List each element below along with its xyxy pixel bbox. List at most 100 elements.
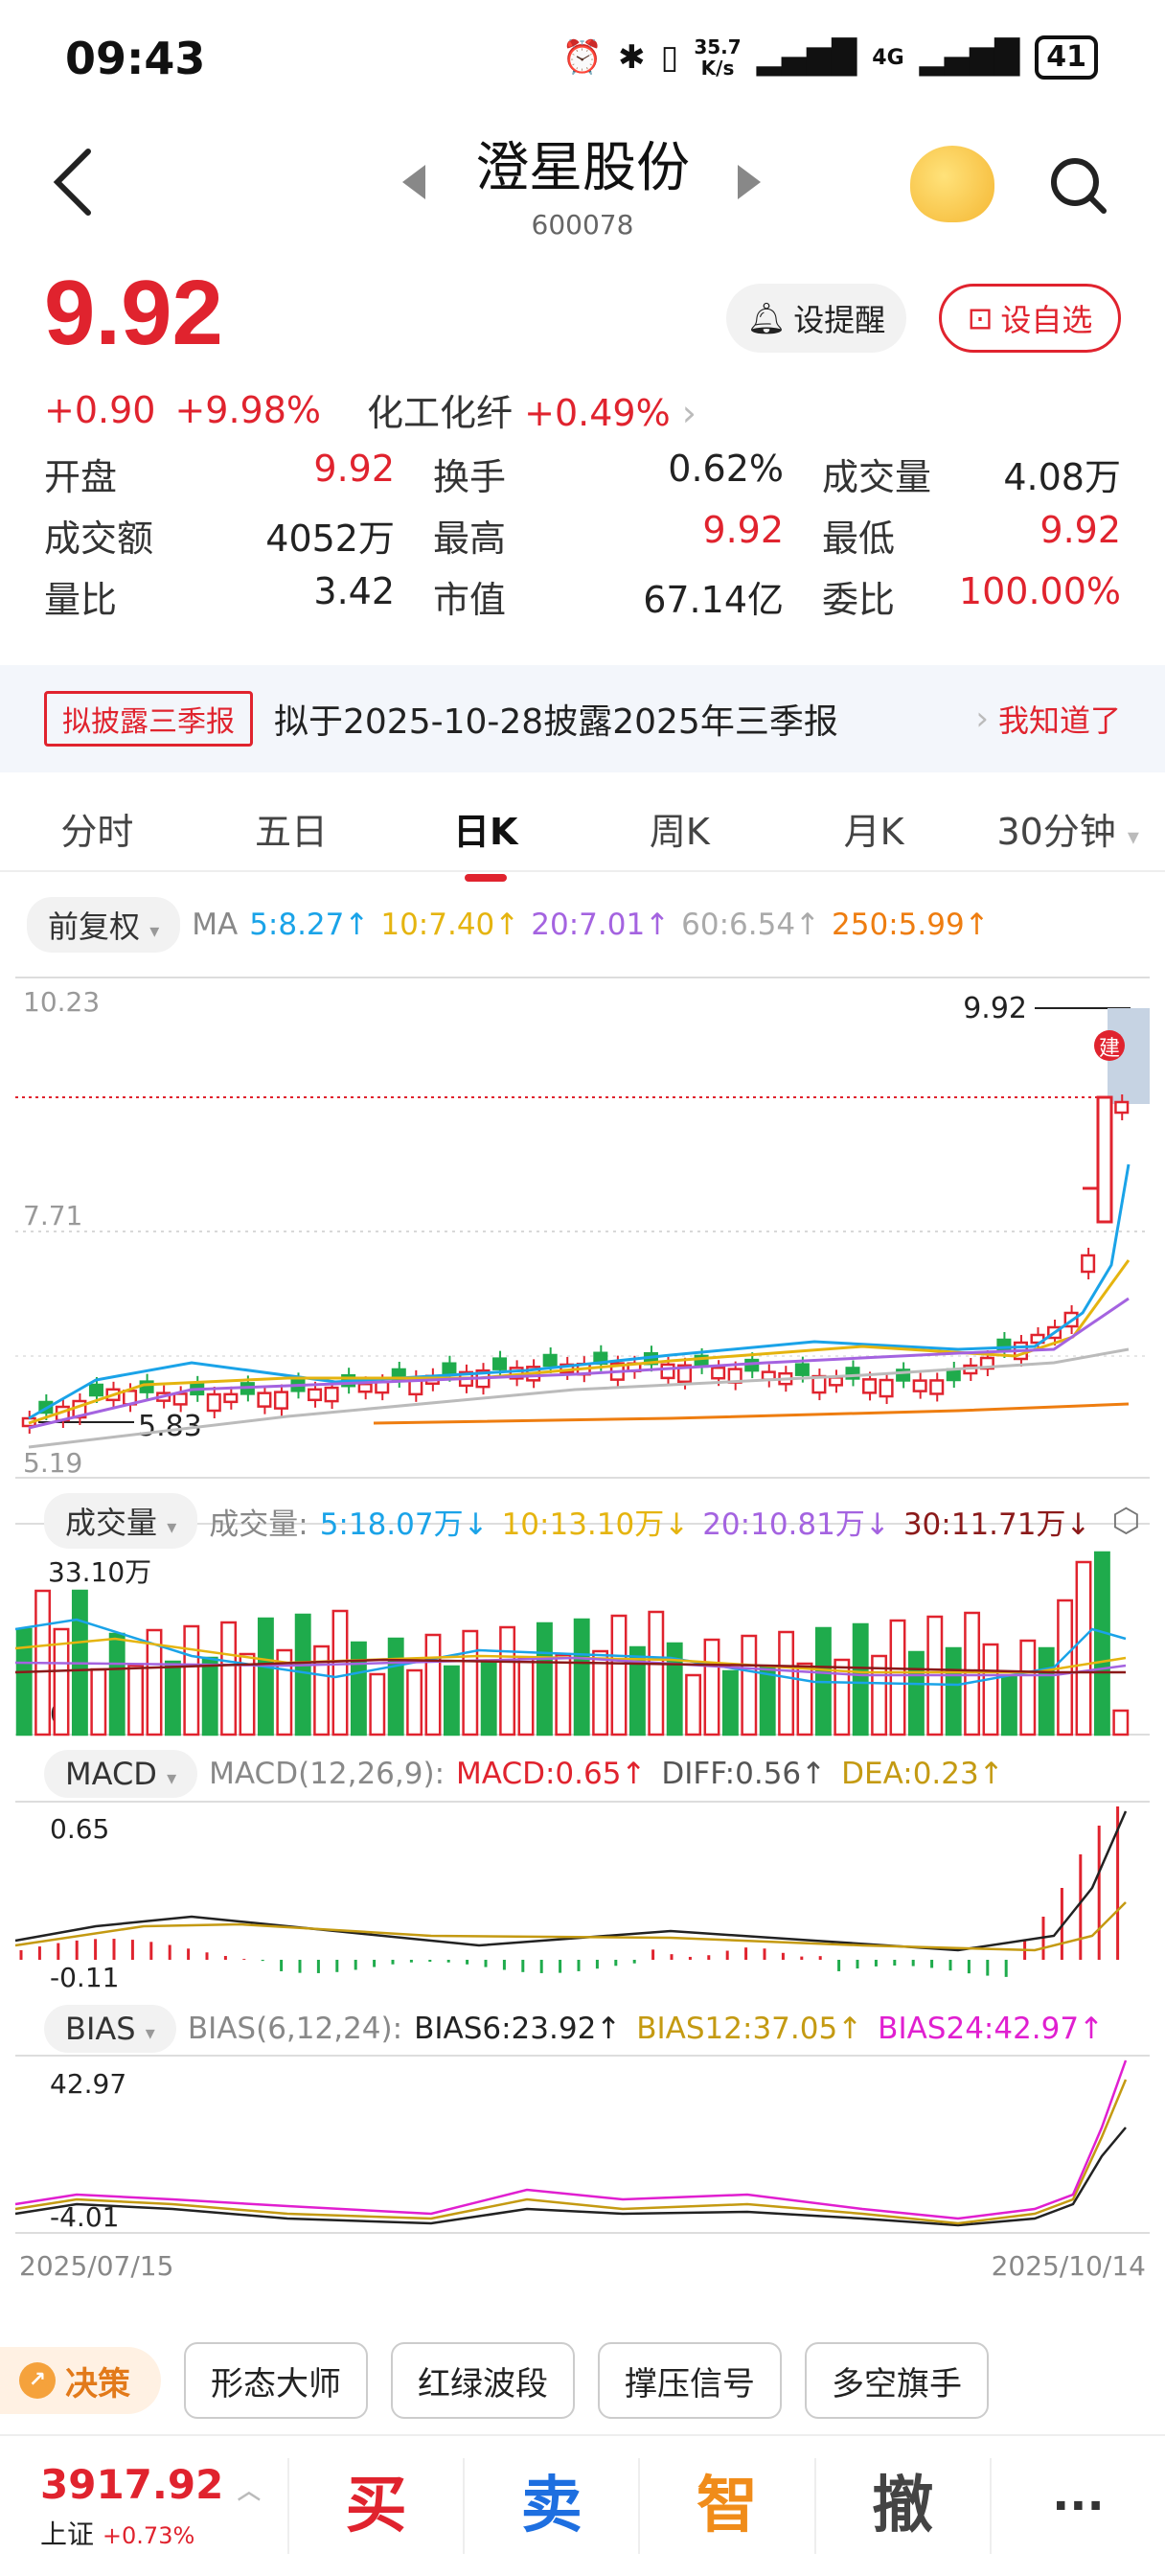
ma-value-0: 5:8.27↑ [249, 908, 370, 942]
smart-button[interactable]: 智 [638, 2458, 813, 2554]
candle-body [257, 1392, 272, 1408]
y-mid-label: 7.71 [23, 1200, 82, 1231]
macd-y-max-label: 0.65 [50, 1813, 109, 1845]
candle-body [308, 1388, 323, 1402]
volume-selector[interactable]: 成交量 ▾ [44, 1493, 198, 1549]
bias-header: BIAS ▾ BIAS(6,12,24): BIAS6:23.92↑ BIAS12… [44, 2005, 1104, 2053]
next-stock-icon[interactable] [738, 165, 761, 199]
banner-text: 拟于2025-10-28披露2025年三季报 [274, 702, 838, 742]
volume-bar [1038, 1646, 1055, 1736]
buy-button[interactable]: 买 [287, 2458, 463, 2554]
macd-value-2: DEA:0.23↑ [841, 1757, 1004, 1791]
volume-bar [703, 1638, 720, 1736]
candle-body [660, 1363, 675, 1380]
macd-selector[interactable]: MACD ▾ [44, 1750, 198, 1798]
ma-value-2: 20:7.01↑ [531, 908, 671, 942]
volume-bar [201, 1656, 218, 1736]
decision-button[interactable]: ↗ 决策 [0, 2347, 161, 2414]
volume-bar [759, 1666, 776, 1736]
volume-bar [424, 1633, 442, 1736]
bias-selector[interactable]: BIAS ▾ [44, 2005, 176, 2053]
signal-icon-2: ▂▄▆█ [919, 38, 1020, 77]
stat-2-2: 委比 100.00% [822, 569, 1121, 621]
candle-body [206, 1392, 221, 1413]
tab-monthly-k[interactable]: 月K [777, 802, 971, 855]
macd-value-0: MACD:0.65↑ [456, 1757, 647, 1791]
volume-bar [499, 1625, 516, 1736]
bias-value-0: BIAS6:23.92↑ [414, 2012, 622, 2046]
volume-bar [1112, 1709, 1130, 1736]
add-favorite-button[interactable]: ⊡ 设自选 [939, 284, 1121, 353]
battery-indicator: 41 [1035, 35, 1098, 80]
tab-intraday[interactable]: 分时 [0, 802, 194, 855]
volume-bar [889, 1619, 906, 1736]
volume-bar [90, 1668, 107, 1736]
set-alert-button[interactable]: 🔔︎ 设提醒 [726, 284, 906, 353]
chart-area[interactable]: 10.237.715.195.839.92建33.10万00.65-0.1142… [0, 968, 1165, 2281]
adjust-selector[interactable]: 前复权 ▾ [27, 897, 181, 953]
bluetooth-icon: ✱ [618, 38, 646, 77]
tab-weekly-k[interactable]: 周K [582, 802, 777, 855]
settings-hex-icon[interactable]: ⬡ [1111, 1502, 1140, 1540]
volume-bar [721, 1669, 739, 1736]
date-start-label: 2025/07/15 [19, 2250, 173, 2281]
volume-bar [1019, 1639, 1037, 1736]
cancel-order-button[interactable]: 撤 [813, 2458, 990, 2554]
index-widget[interactable]: 3917.92 ︿ 上证 +0.73% [0, 2461, 287, 2552]
bias-y-max-label: 42.97 [50, 2068, 126, 2100]
candle-body [929, 1379, 945, 1395]
volume-bar [350, 1641, 367, 1736]
stats-grid: 开盘 9.92 换手 0.62% 成交量 4.08万 成交额 4052万 最高 9.92 最低 9.9… [44, 443, 1121, 627]
volume-bar [741, 1634, 758, 1736]
period-tabs: 分时 五日 日K 周K 月K 30分钟 ▾ [0, 786, 1165, 882]
candle-body [879, 1378, 894, 1398]
candle-body [273, 1391, 288, 1410]
vibrate-icon: ▯ [660, 38, 679, 77]
volume-bar [313, 1644, 331, 1736]
search-icon[interactable] [1046, 153, 1109, 217]
volume-bar [796, 1662, 813, 1736]
volume-bar [555, 1653, 572, 1736]
volume-bar [1000, 1674, 1017, 1736]
tool-support-signal[interactable]: 撑压信号 [598, 2342, 782, 2419]
ma-label: MA [192, 908, 239, 942]
candle-body [862, 1378, 878, 1394]
candle-body [442, 1362, 457, 1375]
y-min-label: 5.19 [23, 1447, 82, 1479]
bias-value-1: BIAS12:37.05↑ [636, 2012, 863, 2046]
dismiss-banner-button[interactable]: 我知道了 [998, 697, 1121, 741]
mascot-icon[interactable] [910, 146, 994, 222]
volume-header: 成交量 ▾ 成交量: 5:18.07万↓ 10:13.10万↓ 20:10.81万↓… [44, 1493, 1140, 1549]
candle-body [1114, 1100, 1130, 1115]
volume-bar [517, 1657, 535, 1736]
sector-link[interactable]: 化工化纤 +0.49% › [367, 383, 697, 436]
network-type: 4G [872, 45, 904, 70]
tool-pattern-master[interactable]: 形态大师 [184, 2342, 368, 2419]
report-banner[interactable]: 拟披露三季报 拟于2025-10-28披露2025年三季报 › 我知道了 [0, 665, 1165, 772]
status-time: 09:43 [65, 33, 206, 84]
candle-body [912, 1379, 927, 1392]
tool-bull-bear-flag[interactable]: 多空旗手 [805, 2342, 989, 2419]
volume-bar [945, 1646, 962, 1736]
sell-button[interactable]: 卖 [463, 2458, 638, 2554]
trend-icon: ↗ [19, 2362, 56, 2399]
stat-1-2: 最低 9.92 [822, 508, 1121, 560]
tool-red-green-band[interactable]: 红绿波段 [391, 2342, 575, 2419]
current-price: 9.92 [44, 262, 223, 364]
tools-row: ↗ 决策 形态大师 红绿波段 撑压信号 多空旗手 [0, 2338, 1165, 2423]
tab-five-day[interactable]: 五日 [194, 802, 389, 855]
candle-body [172, 1392, 188, 1406]
bias-value-2: BIAS24:42.97↑ [878, 2012, 1105, 2046]
stat-0-1: 换手 0.62% [433, 447, 784, 498]
y-max-label: 10.23 [23, 986, 100, 1018]
signal-icon: ▂▄▆█ [756, 38, 857, 77]
vol-y-max-label: 33.10万 [48, 1556, 151, 1588]
volume-bar [127, 1664, 145, 1736]
tab-daily-k[interactable]: 日K [388, 802, 582, 882]
volume-bar [443, 1665, 460, 1736]
macd-y-min-label: -0.11 [50, 1962, 119, 1993]
candle-body [711, 1366, 726, 1380]
tab-30min[interactable]: 30分钟 ▾ [971, 802, 1165, 855]
chat-icon: ⊡ [967, 300, 994, 336]
more-button[interactable]: ··· [989, 2458, 1165, 2554]
